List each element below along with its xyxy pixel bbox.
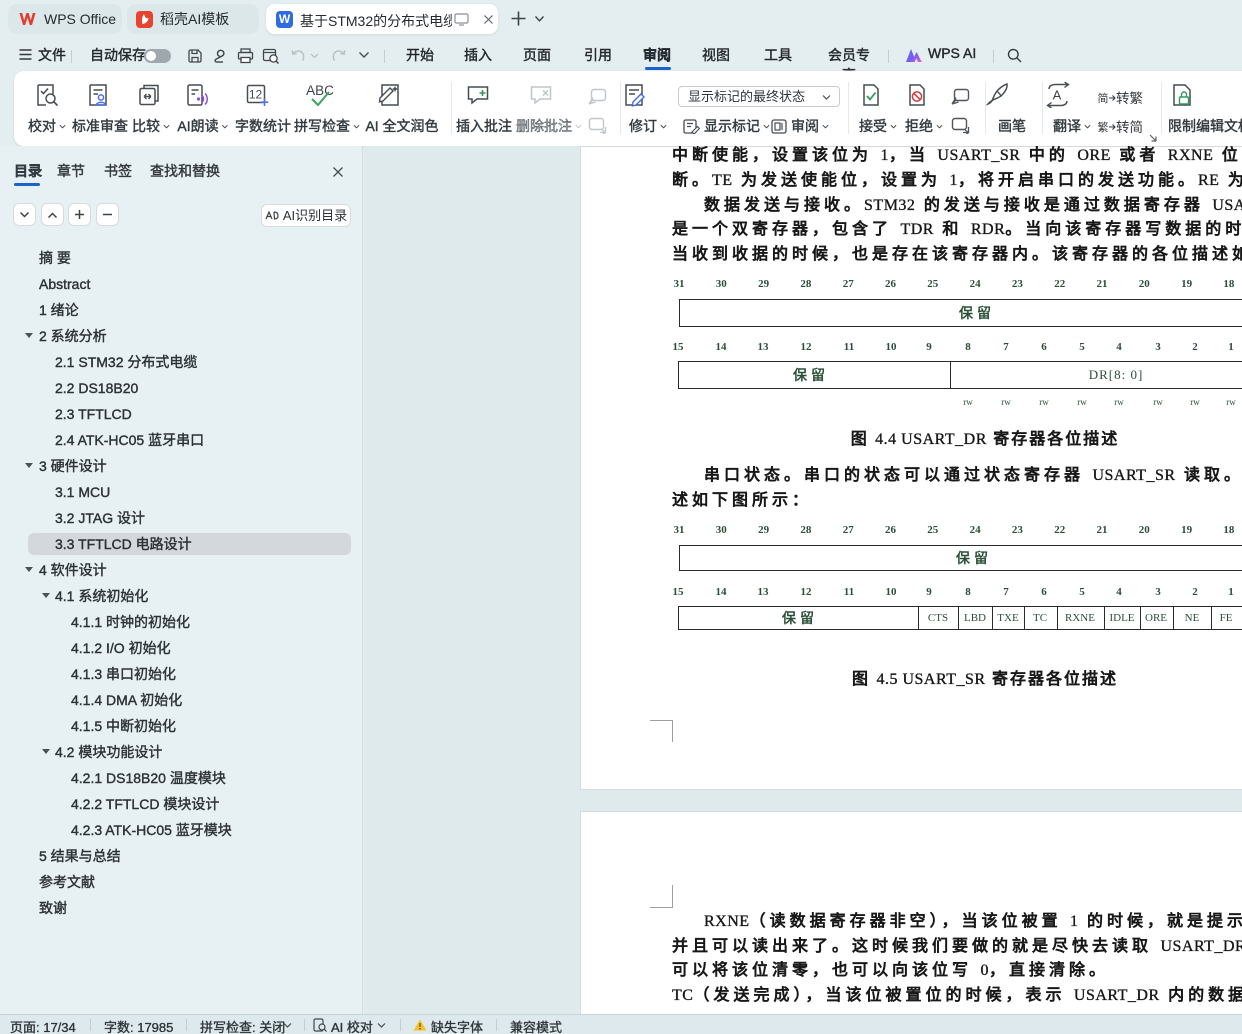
svg-text:繁: 繁 [1098,120,1109,134]
svg-text:12: 12 [249,88,263,102]
svg-text:A: A [1053,88,1062,103]
svg-text:ABC: ABC [306,83,334,98]
svg-text:简: 简 [1098,91,1109,105]
